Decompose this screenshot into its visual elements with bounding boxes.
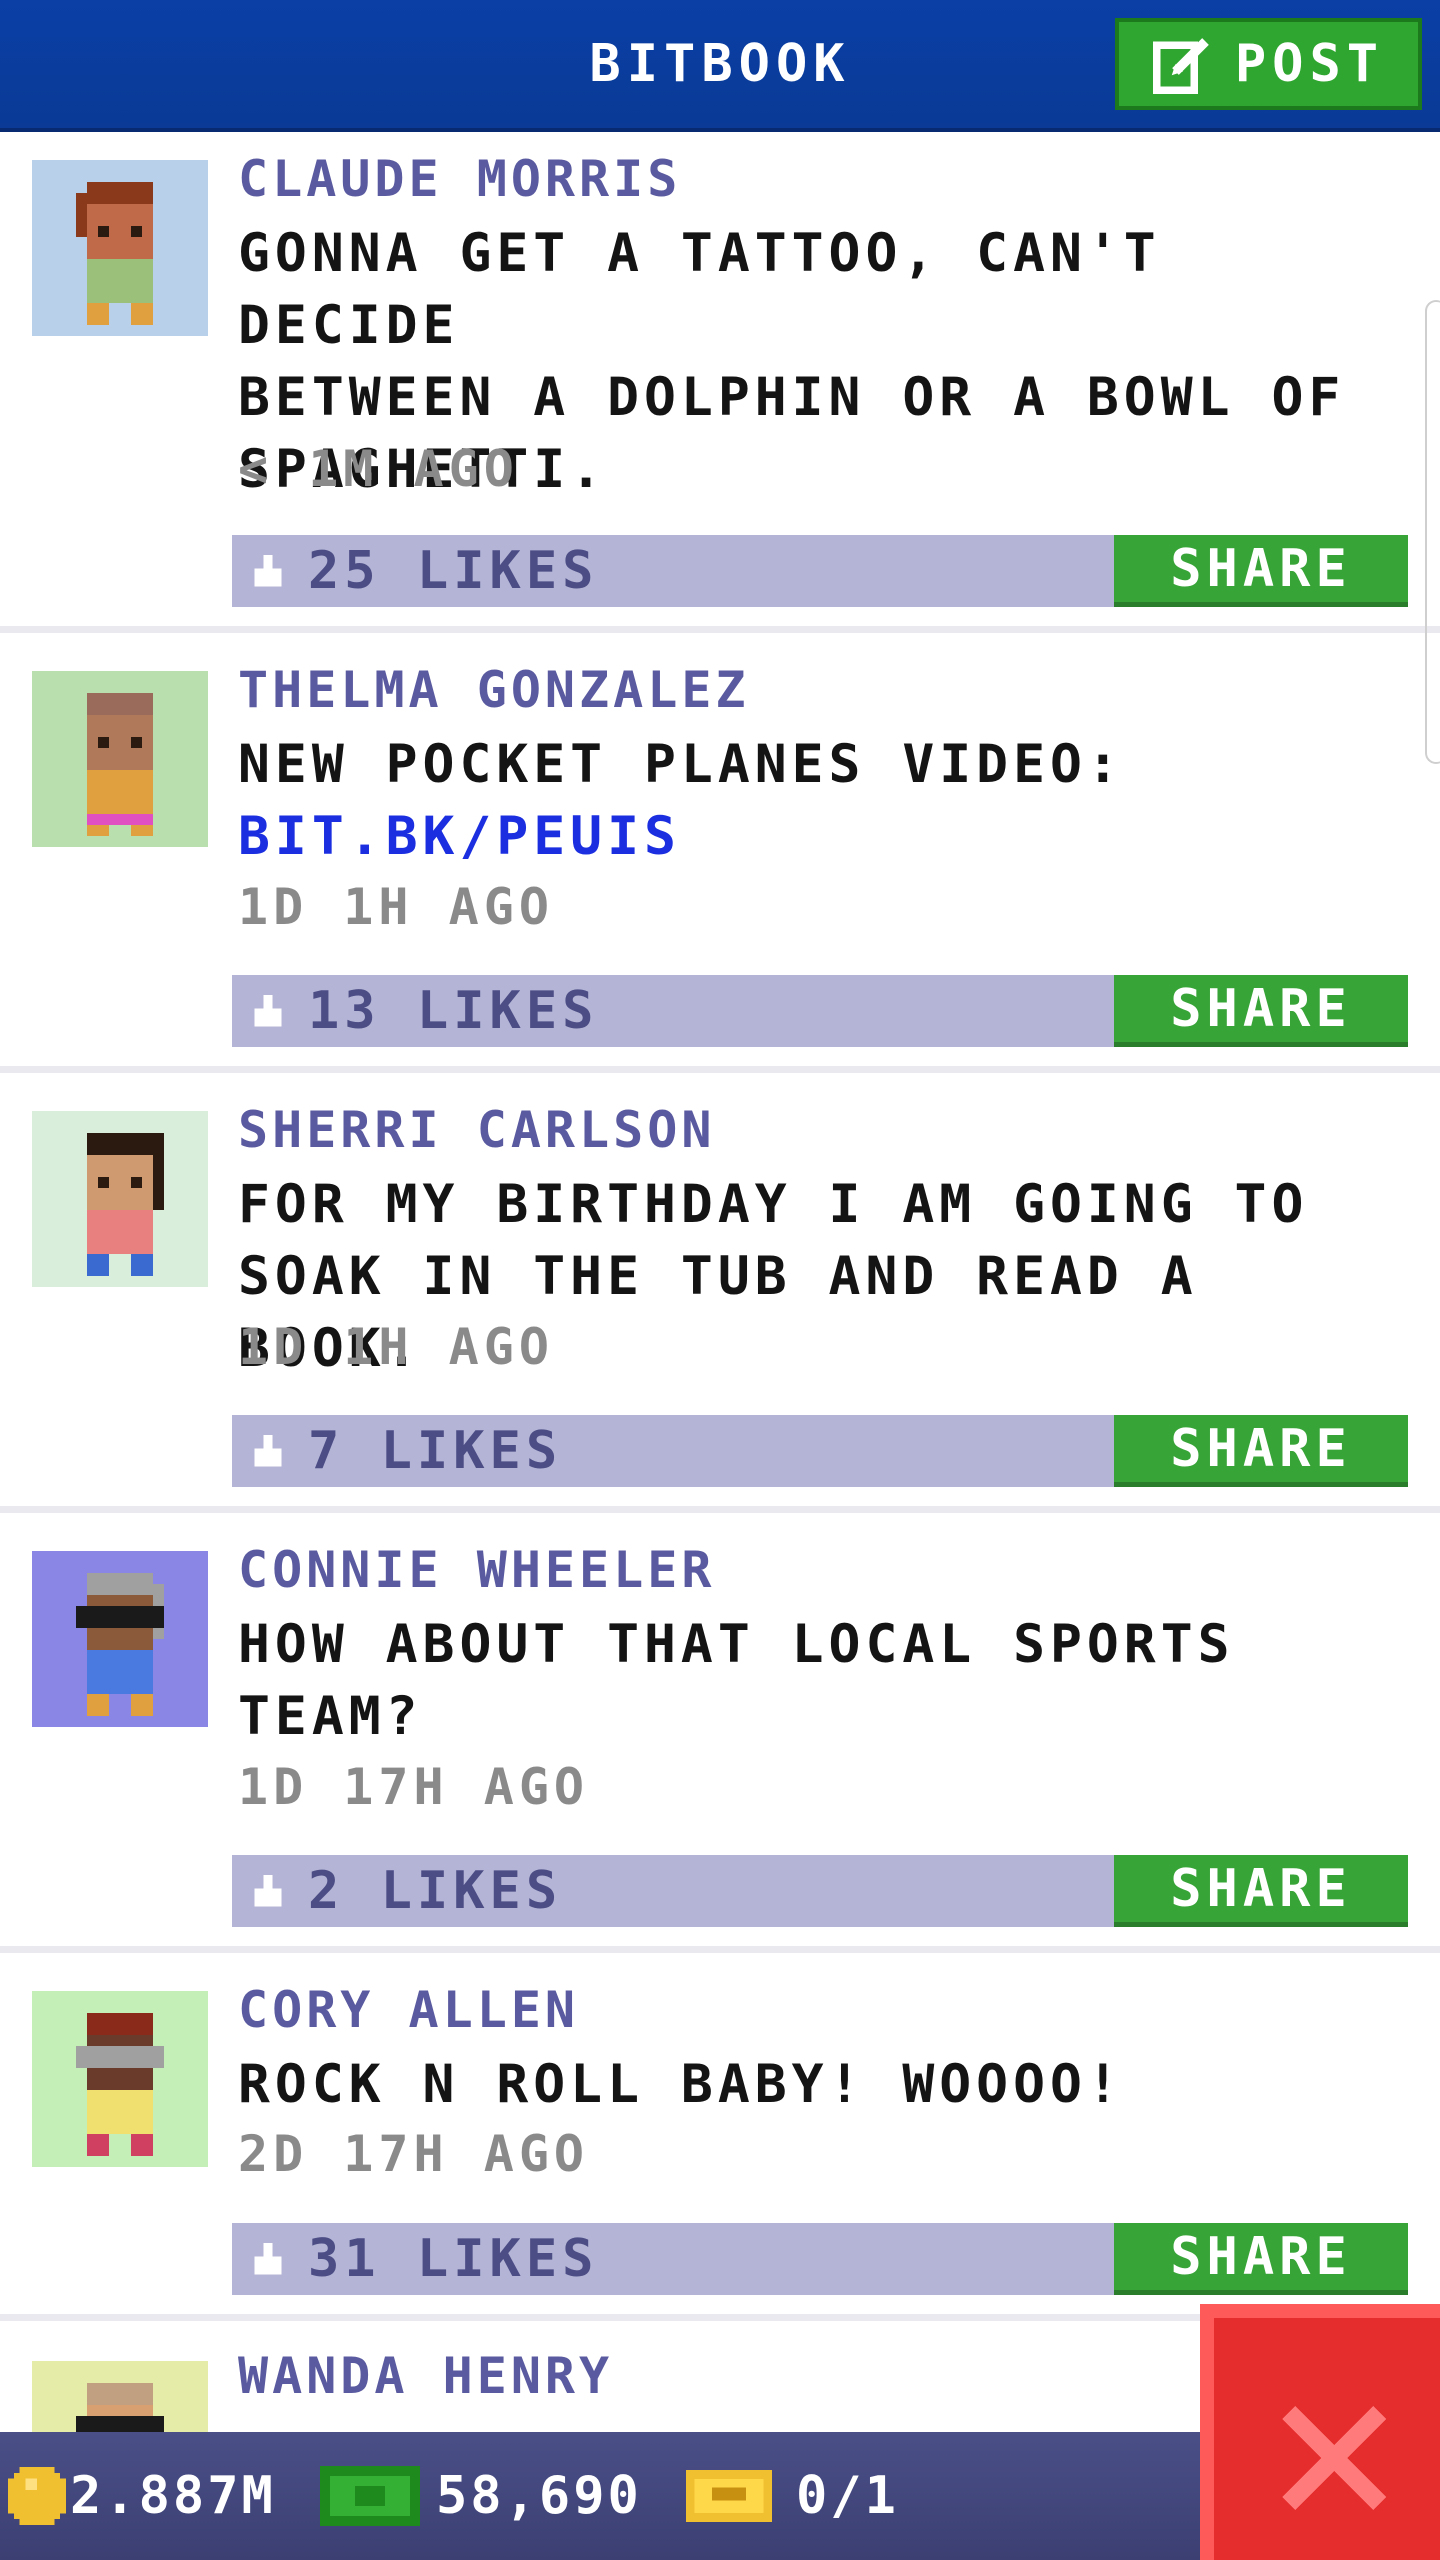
thumbs-up-icon[interactable] [250,995,286,1031]
post-author[interactable]: THELMA GONZALEZ [238,661,750,719]
post-button-label: POST [1234,34,1385,94]
feed-post: THELMA GONZALEZ NEW POCKET PLANES VIDEO:… [0,633,1440,1073]
avatar[interactable] [32,160,208,336]
post-text-line: FOR MY BIRTHDAY I AM GOING TO [238,1174,1309,1235]
app-header: BITBOOK POST [0,0,1440,132]
likes-count: 13 LIKES [308,981,599,1041]
avatar[interactable] [32,2361,208,2432]
tickets-stat: 0/1 [686,2432,899,2560]
post-timestamp: 2D 17H AGO [238,2125,590,2183]
avatar[interactable] [32,1991,208,2167]
post-timestamp: 1D 17H AGO [238,1758,590,1816]
share-button[interactable]: SHARE [1114,535,1408,607]
post-divider [0,626,1440,633]
likes-bar: 13 LIKES SHARE [232,975,1408,1047]
share-button[interactable]: SHARE [1114,975,1408,1047]
post-divider [0,1506,1440,1513]
feed-post: CLAUDE MORRIS GONNA GET A TATTOO, CAN'T … [0,128,1440,633]
likes-bar: 2 LIKES SHARE [232,1855,1408,1927]
post-text-line: NEW POCKET PLANES VIDEO: [238,734,1124,795]
close-button[interactable] [1200,2304,1440,2560]
bux-stat: 58,690 [320,2432,642,2560]
bux-icon [320,2466,420,2526]
likes-bar: 7 LIKES SHARE [232,1415,1408,1487]
post-text: ROCK N ROLL BABY! WOOOO! [238,2049,1388,2121]
likes-count: 2 LIKES [308,1861,563,1921]
coins-value: 2.887M [70,2466,276,2526]
thumbs-up-icon[interactable] [250,1435,286,1471]
post-author[interactable]: CORY ALLEN [238,1981,579,2039]
feed-post: CORY ALLEN ROCK N ROLL BABY! WOOOO! 2D 1… [0,1953,1440,2323]
post-text-line: BETWEEN A DOLPHIN OR A BOWL OF [238,367,1346,428]
post-link[interactable]: BIT.BK/PEUIS [238,801,1388,873]
likes-count: 25 LIKES [308,541,599,601]
post-divider [0,1946,1440,1953]
post-timestamp: 1D 1H AGO [238,878,554,936]
likes-bar: 25 LIKES SHARE [232,535,1408,607]
tickets-value: 0/1 [796,2466,899,2526]
post-text: HOW ABOUT THAT LOCAL SPORTS TEAM? [238,1609,1388,1753]
post-text: NEW POCKET PLANES VIDEO: BIT.BK/PEUIS [238,729,1388,873]
scrollbar[interactable] [1425,300,1440,764]
avatar[interactable] [32,671,208,847]
avatar[interactable] [32,1551,208,1727]
post-text-line: GONNA GET A TATTOO, CAN'T DECIDE [238,223,1161,356]
close-icon [1282,2406,1386,2510]
avatar[interactable] [32,1111,208,1287]
post-text-line: HOW ABOUT THAT LOCAL SPORTS [238,1614,1235,1675]
likes-count: 31 LIKES [308,2229,599,2289]
edit-icon [1152,38,1209,94]
bux-value: 58,690 [436,2466,642,2526]
post-divider [0,1066,1440,1073]
likes-bar: 31 LIKES SHARE [232,2223,1408,2295]
post-text-line: ROCK N ROLL BABY! WOOOO! [238,2054,1124,2115]
ticket-icon [686,2470,772,2522]
share-button[interactable]: SHARE [1114,1855,1408,1927]
thumbs-up-icon[interactable] [250,555,286,591]
coin-icon [8,2467,66,2525]
likes-count: 7 LIKES [308,1421,563,1481]
post-author[interactable]: CLAUDE MORRIS [238,150,681,208]
post-author[interactable]: SHERRI CARLSON [238,1101,715,1159]
thumbs-up-icon[interactable] [250,1875,286,1911]
thumbs-up-icon[interactable] [250,2243,286,2279]
feed-post: SHERRI CARLSON FOR MY BIRTHDAY I AM GOIN… [0,1073,1440,1513]
post-timestamp: 1D 1H AGO [238,1318,554,1376]
post-text-line: TEAM? [238,1686,423,1747]
post-author[interactable]: CONNIE WHEELER [238,1541,715,1599]
share-button[interactable]: SHARE [1114,1415,1408,1487]
post-button[interactable]: POST [1115,18,1422,110]
coins-stat: 2.887M [8,2432,276,2560]
share-button[interactable]: SHARE [1114,2223,1408,2295]
feed-post: CONNIE WHEELER HOW ABOUT THAT LOCAL SPOR… [0,1513,1440,1953]
post-author[interactable]: WANDA HENRY [238,2347,613,2405]
post-timestamp: < 1M AGO [238,440,519,498]
